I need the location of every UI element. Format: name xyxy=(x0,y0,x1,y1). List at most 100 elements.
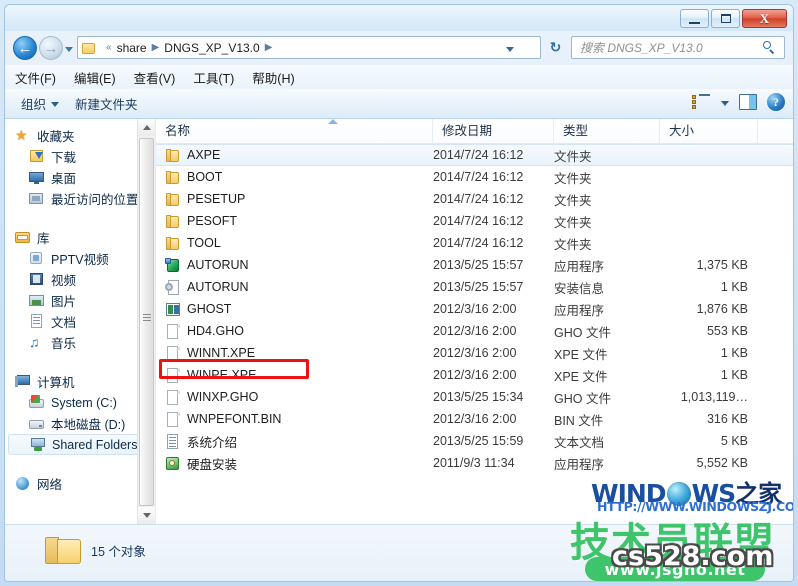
table-row[interactable]: WNPEFONT.BIN 2012/3/16 2:00 BIN 文件 316 K… xyxy=(156,408,793,430)
sidebar-item-music[interactable]: ♫ 音乐 xyxy=(5,332,155,353)
sidebar-item-local-disk-d[interactable]: 本地磁盘 (D:) xyxy=(5,413,155,434)
breadcrumb-separator-2[interactable]: ▶ xyxy=(265,42,273,53)
sidebar-item-videos[interactable]: 视频 xyxy=(5,269,155,290)
sidebar-item-pictures[interactable]: 图片 xyxy=(5,290,155,311)
table-row[interactable]: PESOFT 2014/7/24 16:12 文件夹 xyxy=(156,210,793,232)
sidebar-header-computer[interactable]: 计算机 xyxy=(5,371,155,392)
folder-icon xyxy=(165,148,181,163)
sidebar-item-desktop[interactable]: 桌面 xyxy=(5,167,155,188)
table-row[interactable]: BOOT 2014/7/24 16:12 文件夹 xyxy=(156,166,793,188)
sidebar-item-shared-folders[interactable]: Shared Folders xyxy=(8,434,151,455)
table-row[interactable]: AXPE 2014/7/24 16:12 文件夹 xyxy=(156,144,793,166)
column-header-date[interactable]: 修改日期 xyxy=(433,118,554,144)
address-dropdown-icon[interactable] xyxy=(506,47,514,52)
table-row[interactable]: PESETUP 2014/7/24 16:12 文件夹 xyxy=(156,188,793,210)
sidebar-item-downloads[interactable]: 下载 xyxy=(5,146,155,167)
change-view-icon[interactable] xyxy=(692,94,711,110)
sidebar-item-pptv[interactable]: PPTV视频 xyxy=(5,248,155,269)
sidebar-header-favorites[interactable]: ★ 收藏夹 xyxy=(5,125,155,146)
table-row[interactable]: TOOL 2014/7/24 16:12 文件夹 xyxy=(156,232,793,254)
table-row[interactable]: WINXP.GHO 2013/5/25 15:34 GHO 文件 1,013,1… xyxy=(156,386,793,408)
menu-file[interactable]: 文件(F) xyxy=(15,68,56,87)
table-row[interactable]: 硬盘安装 2011/9/3 11:34 应用程序 5,552 KB xyxy=(156,452,793,474)
text-document-icon xyxy=(165,433,181,449)
organize-button[interactable]: 组织 xyxy=(21,94,60,113)
breadcrumb-share[interactable]: share xyxy=(117,41,147,55)
close-button[interactable]: X xyxy=(742,9,787,28)
back-button[interactable]: ← xyxy=(13,36,37,60)
table-row[interactable]: AUTORUN 2013/5/25 15:57 安装信息 1 KB xyxy=(156,276,793,298)
menu-bar: 文件(F) 编辑(E) 查看(V) 工具(T) 帮助(H) xyxy=(5,65,793,89)
system-drive-icon xyxy=(29,395,46,410)
breadcrumb-separator-1[interactable]: ▶ xyxy=(152,42,160,53)
scrollbar-thumb[interactable] xyxy=(139,138,154,506)
file-type-cell: 安装信息 xyxy=(554,281,605,296)
preview-pane-icon[interactable] xyxy=(739,94,757,110)
file-name-cell: AUTORUN xyxy=(156,279,433,295)
computer-icon xyxy=(15,374,32,389)
documents-icon xyxy=(29,314,46,329)
file-date-cell: 2014/7/24 16:12 xyxy=(433,214,524,228)
table-row[interactable]: AUTORUN 2013/5/25 15:57 应用程序 1,375 KB xyxy=(156,254,793,276)
new-folder-button[interactable]: 新建文件夹 xyxy=(75,94,138,113)
table-row[interactable]: HD4.GHO 2012/3/16 2:00 GHO 文件 553 KB xyxy=(156,320,793,342)
nav-group-computer: 计算机 System (C:) 本地磁盘 (D:) Shared Folders xyxy=(5,371,155,455)
view-chevron-down-icon[interactable] xyxy=(721,100,729,106)
search-placeholder: 搜索 DNGS_XP_V13.0 xyxy=(580,41,703,55)
pictures-icon xyxy=(29,293,46,308)
item-count-label: 15 个对象 xyxy=(91,545,146,559)
file-size-cell: 5,552 KB xyxy=(696,456,748,470)
breadcrumb-overflow-icon[interactable]: « xyxy=(106,42,112,53)
scroll-up-button[interactable] xyxy=(138,119,155,136)
sidebar-item-recent-places[interactable]: 最近访问的位置 xyxy=(5,188,155,209)
file-type-cell: 文件夹 xyxy=(554,171,592,186)
sidebar-item-system-c[interactable]: System (C:) xyxy=(5,392,155,413)
forward-button[interactable]: → xyxy=(39,36,63,60)
file-type-cell: 文件夹 xyxy=(554,215,592,230)
close-icon: X xyxy=(759,11,770,26)
refresh-button[interactable]: ↻ xyxy=(546,38,565,57)
column-header-size[interactable]: 大小 xyxy=(660,118,758,144)
address-bar[interactable]: « share ▶ DNGS_XP_V13.0 ▶ xyxy=(77,36,541,59)
generic-file-icon xyxy=(165,345,181,361)
sidebar-header-network[interactable]: 网络 xyxy=(5,473,155,494)
table-row[interactable]: WINPE.XPE 2012/3/16 2:00 XPE 文件 1 KB xyxy=(156,364,793,386)
sidebar-header-libraries[interactable]: 库 xyxy=(5,227,155,248)
library-icon xyxy=(15,230,32,245)
folder-icon xyxy=(165,236,181,251)
explorer-window: X ← → « share ▶ DNGS_XP_V13.0 ▶ ↻ 搜索 DNG… xyxy=(4,4,794,582)
navigation-scrollbar[interactable] xyxy=(137,119,155,524)
file-size-cell: 1,375 KB xyxy=(696,258,748,272)
table-row[interactable]: GHOST 2012/3/16 2:00 应用程序 1,876 KB xyxy=(156,298,793,320)
file-name: PESETUP xyxy=(187,192,246,206)
sidebar-item-label: Shared Folders xyxy=(52,437,138,452)
file-date-cell: 2012/3/16 2:00 xyxy=(433,324,517,338)
search-box[interactable]: 搜索 DNGS_XP_V13.0 xyxy=(571,36,785,59)
scroll-down-button[interactable] xyxy=(138,507,155,524)
menu-edit[interactable]: 编辑(E) xyxy=(74,68,116,87)
sidebar-item-documents[interactable]: 文档 xyxy=(5,311,155,332)
table-row[interactable]: 系统介绍 2013/5/25 15:59 文本文档 5 KB xyxy=(156,430,793,452)
column-header-name[interactable]: 名称 xyxy=(156,118,433,144)
music-icon: ♫ xyxy=(29,334,40,350)
menu-view[interactable]: 查看(V) xyxy=(134,68,176,87)
title-bar[interactable]: X xyxy=(5,5,793,31)
help-icon[interactable]: ? xyxy=(767,93,785,111)
file-name-cell: BOOT xyxy=(156,170,433,185)
recent-places-icon xyxy=(29,191,46,206)
minimize-button[interactable] xyxy=(680,9,709,28)
menu-help[interactable]: 帮助(H) xyxy=(252,68,294,87)
maximize-button[interactable] xyxy=(711,9,740,28)
recent-locations-icon[interactable] xyxy=(65,47,73,52)
shared-folders-icon xyxy=(30,437,47,452)
column-header-row: 名称 修改日期 类型 大小 xyxy=(156,118,793,144)
sidebar-item-label: 文档 xyxy=(51,316,77,330)
breadcrumb-dngs[interactable]: DNGS_XP_V13.0 xyxy=(164,41,259,55)
table-row[interactable]: WINNT.XPE 2012/3/16 2:00 XPE 文件 1 KB xyxy=(156,342,793,364)
back-arrow-icon: ← xyxy=(17,39,33,57)
column-header-type[interactable]: 类型 xyxy=(554,118,660,144)
file-name-cell: TOOL xyxy=(156,236,433,251)
menu-tools[interactable]: 工具(T) xyxy=(193,68,234,87)
file-name: TOOL xyxy=(187,236,221,250)
file-size-cell: 1,013,119… xyxy=(680,390,748,404)
